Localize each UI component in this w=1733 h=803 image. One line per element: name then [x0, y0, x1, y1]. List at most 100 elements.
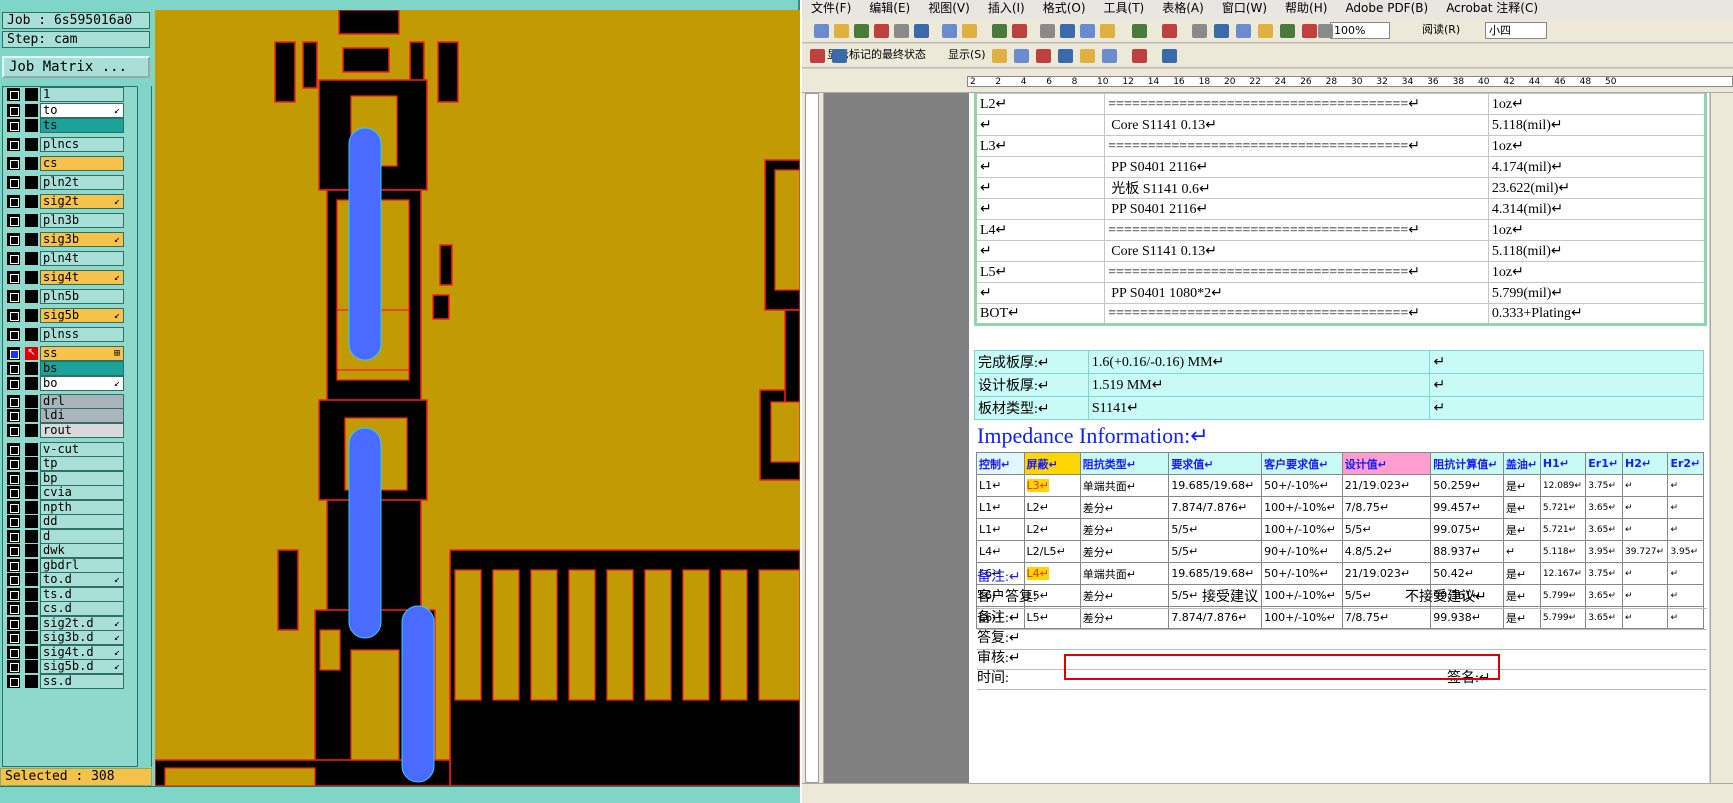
- layer-state-icon[interactable]: [25, 362, 38, 375]
- show-button[interactable]: 显示(S): [948, 48, 986, 62]
- layer-state-icon[interactable]: [25, 328, 38, 341]
- layer-state-icon[interactable]: [25, 602, 38, 615]
- layer-name[interactable]: dwk: [40, 543, 124, 558]
- layer-state-icon[interactable]: [25, 157, 38, 170]
- layer-row-plncs[interactable]: plncs: [3, 137, 151, 152]
- layer-checkbox[interactable]: [7, 233, 20, 246]
- layer-name[interactable]: cs.d: [40, 601, 124, 616]
- zoom-dropdown[interactable]: 100%: [1330, 22, 1390, 39]
- toolbar-icon[interactable]: [834, 24, 849, 38]
- vertical-ruler[interactable]: [802, 93, 824, 783]
- layer-checkbox[interactable]: [7, 559, 20, 572]
- layer-name[interactable]: bo ↙: [40, 376, 124, 391]
- layer-state-icon[interactable]: [25, 544, 38, 557]
- layer-checkbox[interactable]: [7, 660, 20, 673]
- layer-row-ldi[interactable]: ldi: [3, 408, 151, 423]
- layer-checkbox[interactable]: [7, 290, 20, 303]
- layer-checkbox[interactable]: [7, 472, 20, 485]
- layer-state-icon[interactable]: [25, 457, 38, 470]
- layer-checkbox[interactable]: [7, 176, 20, 189]
- layer-checkbox[interactable]: [7, 88, 20, 101]
- layer-name[interactable]: to ↙: [40, 103, 124, 118]
- layer-checkbox[interactable]: [7, 631, 20, 644]
- toolbar-icon[interactable]: [810, 49, 825, 63]
- layer-state-icon[interactable]: [25, 138, 38, 151]
- toolbar-icon[interactable]: [874, 24, 889, 38]
- layer-row-to-d[interactable]: to.d ↙: [3, 572, 151, 587]
- layer-state-icon[interactable]: [25, 290, 38, 303]
- toolbar-icon[interactable]: [1214, 24, 1229, 38]
- layer-state-icon[interactable]: [25, 214, 38, 227]
- layer-state-icon[interactable]: [25, 646, 38, 659]
- toolbar-icon[interactable]: [1162, 24, 1177, 38]
- layer-name[interactable]: ss.d: [40, 674, 124, 689]
- layer-name[interactable]: sig5b ↙: [40, 308, 124, 323]
- layer-checkbox[interactable]: [7, 271, 20, 284]
- layer-checkbox[interactable]: [7, 395, 20, 408]
- toolbar-icon[interactable]: [832, 49, 847, 63]
- layer-row-pln2t[interactable]: pln2t: [3, 175, 151, 190]
- layer-row-cvia[interactable]: cvia: [3, 485, 151, 500]
- layer-state-icon[interactable]: [25, 631, 38, 644]
- toolbar-icon[interactable]: [1162, 49, 1177, 63]
- layer-list-scrollbar[interactable]: [137, 86, 151, 767]
- layer-name[interactable]: bs: [40, 361, 124, 376]
- layer-checkbox[interactable]: [7, 309, 20, 322]
- toolbar-icon[interactable]: [814, 24, 829, 38]
- layer-row-dwk[interactable]: dwk: [3, 543, 151, 558]
- toolbar-icon[interactable]: [894, 24, 909, 38]
- toolbar-icon[interactable]: [1058, 49, 1073, 63]
- layer-state-icon[interactable]: [25, 424, 38, 437]
- toolbar-icon[interactable]: [1100, 24, 1115, 38]
- layer-row-sig5b-d[interactable]: sig5b.d ↙: [3, 659, 151, 674]
- layer-name[interactable]: drl: [40, 394, 124, 409]
- layer-row-bs[interactable]: bs: [3, 361, 151, 376]
- menu-item-0[interactable]: 文件(F): [802, 0, 860, 17]
- layer-checkbox[interactable]: [7, 443, 20, 456]
- layer-row-sig2t-d[interactable]: sig2t.d ↙: [3, 616, 151, 631]
- vertical-scrollbar[interactable]: [1710, 93, 1733, 783]
- layer-checkbox[interactable]: [7, 646, 20, 659]
- menu-item-4[interactable]: 格式(O): [1034, 0, 1095, 17]
- layer-row-sig3b-d[interactable]: sig3b.d ↙: [3, 630, 151, 645]
- layer-checkbox[interactable]: [7, 617, 20, 630]
- layer-checkbox[interactable]: [7, 252, 20, 265]
- layer-name[interactable]: sig4t ↙: [40, 270, 124, 285]
- layer-row-sig2t[interactable]: sig2t ↙: [3, 194, 151, 209]
- layer-name[interactable]: sig2t.d ↙: [40, 616, 124, 631]
- layer-row-plnss[interactable]: plnss: [3, 327, 151, 342]
- layer-name[interactable]: npth: [40, 500, 124, 515]
- layer-row-ts-d[interactable]: ts.d: [3, 587, 151, 602]
- horizontal-ruler[interactable]: 2 2 4 6 8 10 12 14 16 18 20 22 24 26 28 30 32 34 36 38 40 42 4…: [802, 69, 1733, 93]
- layer-name[interactable]: sig4t.d ↙: [40, 645, 124, 660]
- layer-name[interactable]: d: [40, 529, 124, 544]
- toolbar-icon[interactable]: [1236, 24, 1251, 38]
- layer-row-ss[interactable]: ↖ ss ⊞: [3, 346, 151, 361]
- layer-checkbox[interactable]: [7, 214, 20, 227]
- layer-row-rout[interactable]: rout: [3, 423, 151, 438]
- layer-state-icon[interactable]: [25, 675, 38, 688]
- layer-name[interactable]: pln5b: [40, 289, 124, 304]
- layer-checkbox[interactable]: [7, 377, 20, 390]
- layer-checkbox[interactable]: [7, 544, 20, 557]
- toolbar-icon[interactable]: [1258, 24, 1273, 38]
- layer-state-icon[interactable]: [25, 309, 38, 322]
- layer-row-sig3b[interactable]: sig3b ↙: [3, 232, 151, 247]
- layer-checkbox[interactable]: [7, 515, 20, 528]
- layer-name[interactable]: ts: [40, 118, 124, 133]
- layer-row-sig4t[interactable]: sig4t ↙: [3, 270, 151, 285]
- layer-state-icon[interactable]: [25, 252, 38, 265]
- layer-checkbox[interactable]: [7, 157, 20, 170]
- layer-state-icon[interactable]: [25, 195, 38, 208]
- toolbar-icon[interactable]: [1036, 49, 1051, 63]
- toolbar-icon[interactable]: [914, 24, 929, 38]
- layer-checkbox[interactable]: [7, 347, 20, 360]
- job-matrix-button[interactable]: Job Matrix ...: [2, 56, 150, 78]
- layer-checkbox[interactable]: [7, 501, 20, 514]
- layer-checkbox[interactable]: [7, 119, 20, 132]
- toolbar-icon[interactable]: [992, 24, 1007, 38]
- layer-name[interactable]: ldi: [40, 408, 124, 423]
- layer-row-drl[interactable]: drl: [3, 394, 151, 409]
- layer-name[interactable]: cvia: [40, 485, 124, 500]
- layer-row-v-cut[interactable]: v-cut: [3, 442, 151, 457]
